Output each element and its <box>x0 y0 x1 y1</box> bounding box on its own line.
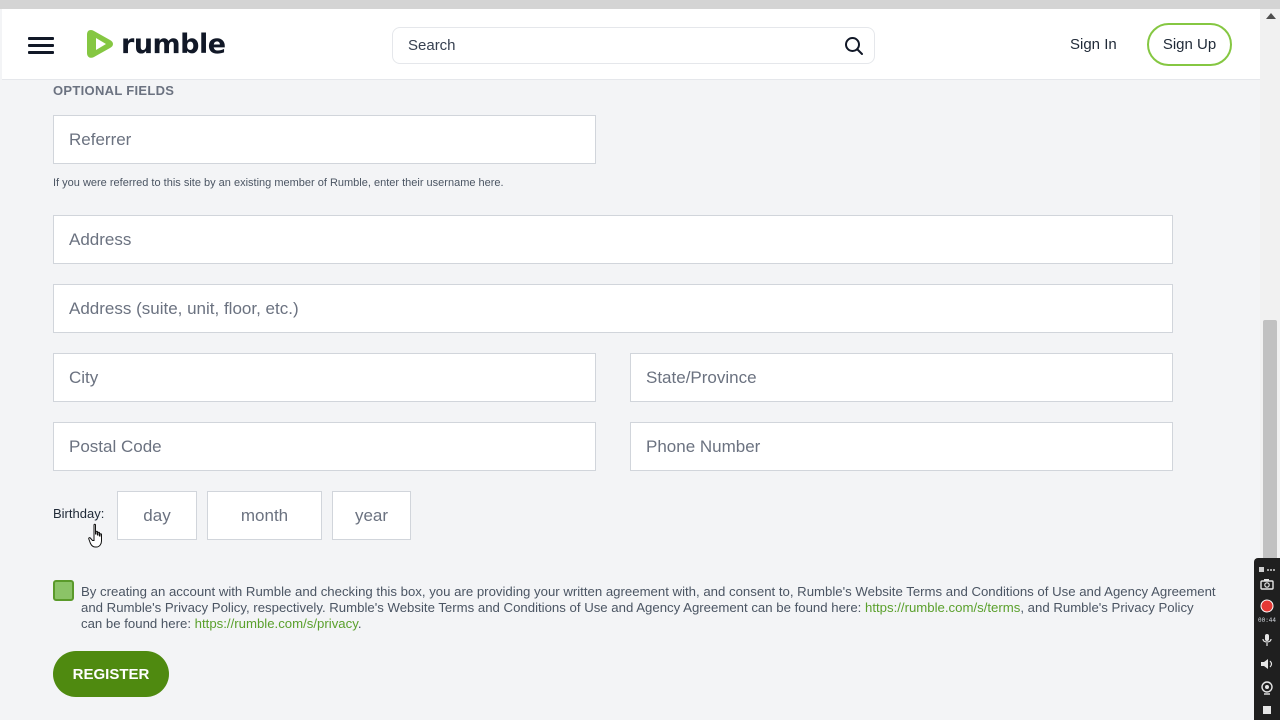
screen-recorder-toolbar: 00:44 <box>1254 558 1280 720</box>
rumble-play-icon <box>87 30 113 58</box>
browser-top-strip <box>0 0 1280 9</box>
site-header: rumble Sign In Sign Up <box>2 9 1260 80</box>
menu-icon[interactable] <box>28 35 54 55</box>
optional-fields-heading: OPTIONAL FIELDS <box>53 83 175 98</box>
address-input[interactable] <box>53 215 1173 264</box>
record-icon[interactable] <box>1257 596 1277 616</box>
state-province-input[interactable] <box>630 353 1173 402</box>
scroll-up-arrow-icon[interactable] <box>1266 13 1276 19</box>
scrollbar-thumb[interactable] <box>1263 320 1277 560</box>
postal-code-input[interactable] <box>53 422 596 471</box>
city-input[interactable] <box>53 353 596 402</box>
recording-timer: 00:44 <box>1257 617 1277 624</box>
camera-icon[interactable] <box>1257 574 1277 594</box>
birthday-year-input[interactable] <box>332 491 411 540</box>
speaker-icon[interactable] <box>1257 654 1277 674</box>
address2-input[interactable] <box>53 284 1173 333</box>
sign-in-link[interactable]: Sign In <box>1070 36 1117 53</box>
referrer-input[interactable] <box>53 115 596 164</box>
hand-cursor-icon <box>88 523 102 548</box>
consent-text-part3: . <box>357 616 362 631</box>
sign-up-button[interactable]: Sign Up <box>1147 23 1232 66</box>
consent-text: By creating an account with Rumble and c… <box>81 584 1216 632</box>
consent-checkbox[interactable] <box>53 580 74 601</box>
draw-icon[interactable] <box>1257 700 1277 720</box>
rumble-logo[interactable]: rumble <box>85 26 226 62</box>
terms-link[interactable]: https://rumble.com/s/terms <box>865 600 1020 615</box>
search-input[interactable] <box>393 28 834 63</box>
search-bar <box>392 27 875 64</box>
phone-number-input[interactable] <box>630 422 1173 471</box>
register-button[interactable]: REGISTER <box>53 651 169 697</box>
referrer-hint: If you were referred to this site by an … <box>53 177 504 189</box>
birthday-month-input[interactable] <box>207 491 322 540</box>
birthday-label: Birthday: <box>53 506 105 521</box>
logo-text: rumble <box>121 28 226 60</box>
birthday-day-input[interactable] <box>117 491 197 540</box>
webcam-icon[interactable] <box>1257 678 1277 698</box>
privacy-link[interactable]: https://rumble.com/s/privacy <box>195 616 358 631</box>
microphone-icon[interactable] <box>1257 630 1277 650</box>
search-icon[interactable] <box>834 27 874 64</box>
